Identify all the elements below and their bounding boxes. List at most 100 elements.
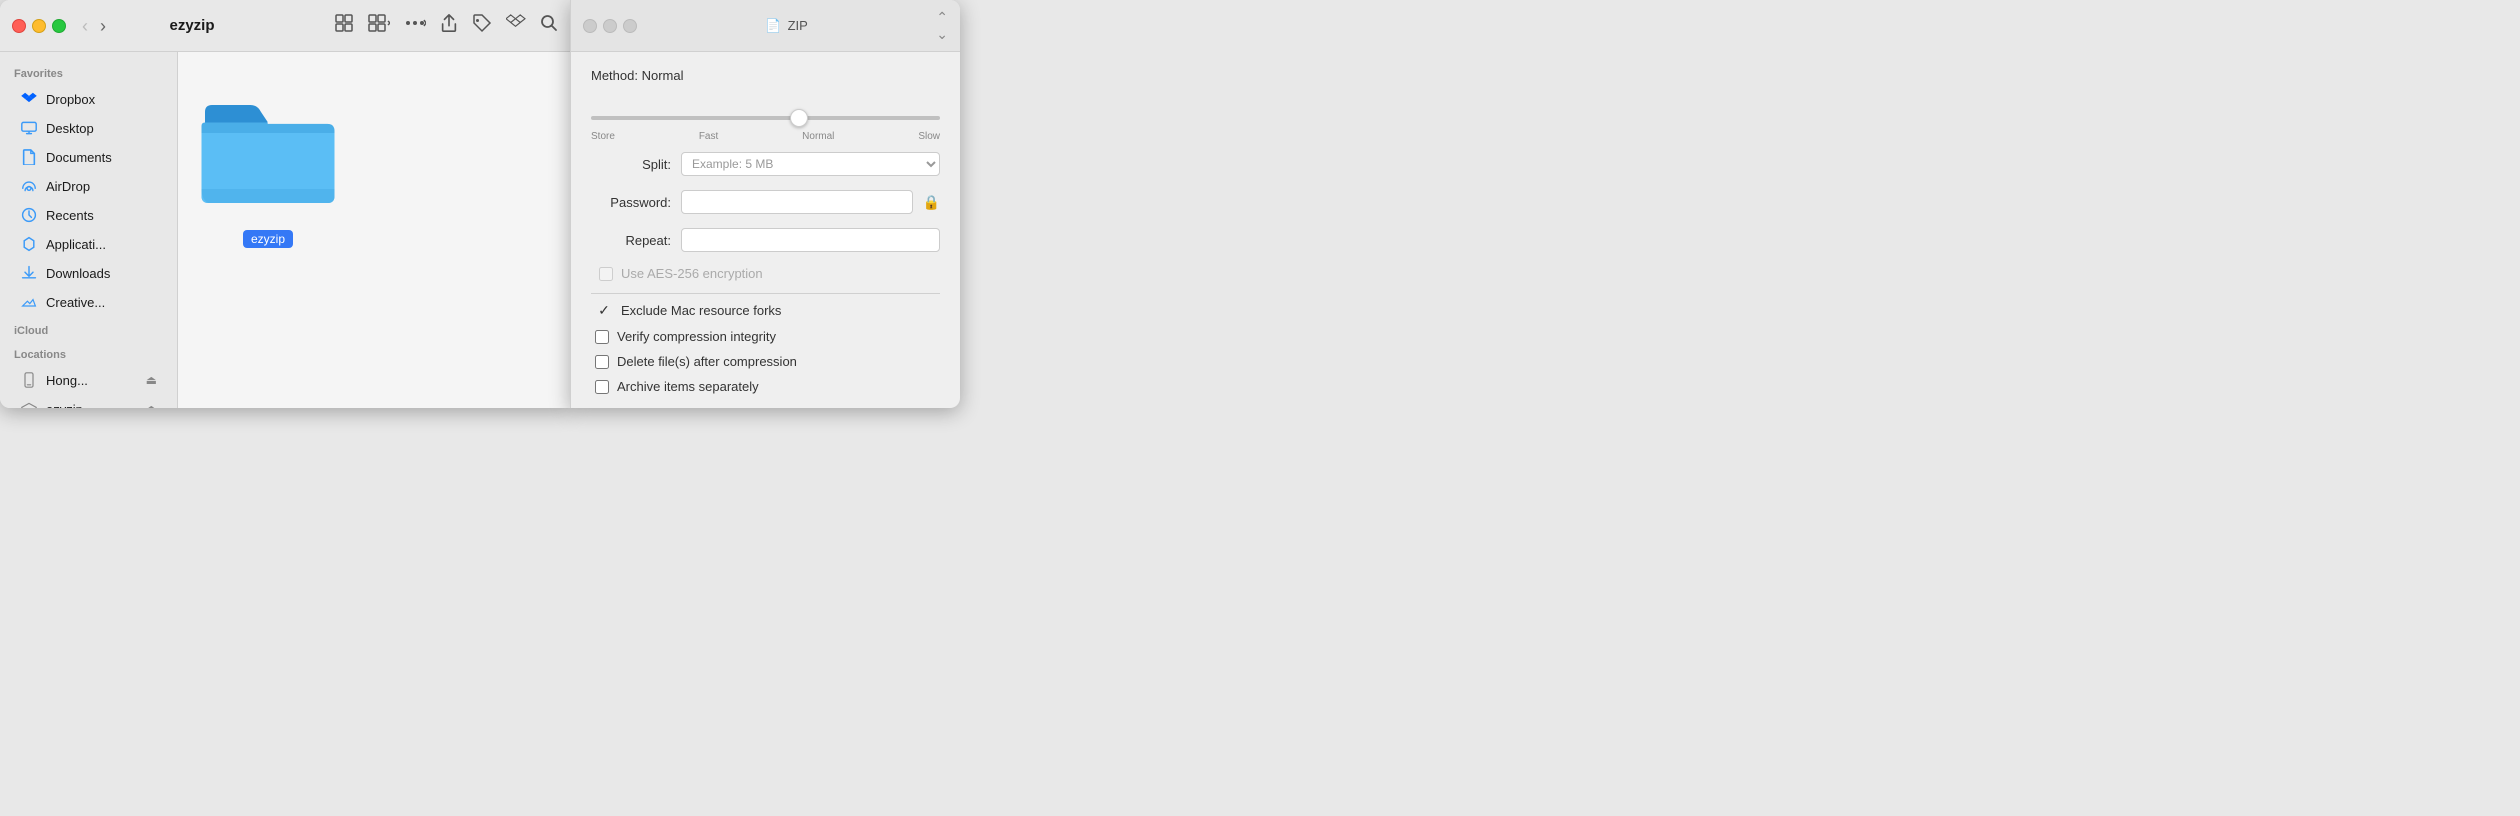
finder-content: ezyzip — [178, 52, 570, 408]
method-label: Method: Normal — [591, 68, 683, 83]
zip-content: Method: Normal Store Fast Normal Slow Sp… — [571, 52, 960, 408]
downloads-label: Downloads — [46, 266, 110, 281]
zip-minimize[interactable] — [603, 19, 617, 33]
finder-window: ‹ › ezyzip — [0, 0, 570, 408]
aes-label[interactable]: Use AES-256 encryption — [621, 266, 763, 281]
sidebar-item-dropbox[interactable]: Dropbox — [6, 85, 171, 113]
desktop-sidebar-icon — [20, 119, 38, 137]
slider-labels: Store Fast Normal Slow — [591, 131, 940, 142]
zip-title-text: ZIP — [788, 18, 808, 33]
search-icon[interactable] — [540, 14, 558, 37]
documents-sidebar-icon — [20, 148, 38, 166]
password-label: Password: — [591, 195, 671, 210]
locations-section-label: Locations — [0, 341, 177, 365]
zip-traffic-lights — [583, 19, 637, 33]
icloud-section-label: iCloud — [0, 317, 177, 341]
recents-sidebar-icon — [20, 206, 38, 224]
finder-body: Favorites Dropbox — [0, 52, 570, 408]
aes-row: Use AES-256 encryption — [591, 266, 940, 281]
airdrop-sidebar-icon — [20, 177, 38, 195]
sidebar-item-airdrop[interactable]: AirDrop — [6, 172, 171, 200]
zip-title: 📄 ZIP — [765, 18, 807, 34]
split-dropdown[interactable]: Example: 5 MB — [681, 152, 940, 176]
archive-separately-checkbox[interactable] — [595, 380, 609, 394]
favorites-section-label: Favorites — [0, 60, 177, 84]
desktop-label: Desktop — [46, 121, 94, 136]
archive-separately-label[interactable]: Archive items separately — [617, 379, 759, 394]
downloads-sidebar-icon — [20, 264, 38, 282]
method-row: Method: Normal — [591, 68, 940, 93]
drive-sidebar-icon — [20, 400, 38, 408]
applications-label: Applicati... — [46, 237, 106, 252]
slider-label-fast: Fast — [699, 131, 718, 142]
eject-icon-hong[interactable]: ⏏ — [146, 373, 157, 387]
zip-close[interactable] — [583, 19, 597, 33]
split-row: Split: Example: 5 MB — [591, 152, 940, 176]
sidebar: Favorites Dropbox — [0, 52, 178, 408]
view-options-icon[interactable] — [368, 13, 390, 38]
minimize-button[interactable] — [32, 19, 46, 33]
slider-label-normal: Normal — [802, 131, 834, 142]
folder-name-label: ezyzip — [243, 230, 293, 248]
password-input[interactable] — [681, 190, 913, 214]
recents-label: Recents — [46, 208, 94, 223]
applications-sidebar-icon — [20, 235, 38, 253]
verify-row: Verify compression integrity — [591, 329, 940, 344]
airdrop-label: AirDrop — [46, 179, 90, 194]
repeat-input[interactable] — [681, 228, 940, 252]
sidebar-item-creative[interactable]: Creative... — [6, 288, 171, 316]
zip-panel: 📄 ZIP ⌃⌄ Method: Normal Store Fast Norma… — [570, 0, 960, 408]
folder-icon-wrapper — [193, 72, 343, 222]
settings-divider — [591, 293, 940, 294]
ezyzip-loc-label: ezyzip — [46, 402, 83, 409]
more-options-icon[interactable] — [404, 14, 426, 37]
password-row: Password: 🔒 — [591, 190, 940, 214]
close-button[interactable] — [12, 19, 26, 33]
repeat-label: Repeat: — [591, 233, 671, 248]
sidebar-item-desktop[interactable]: Desktop — [6, 114, 171, 142]
zip-titlebar: 📄 ZIP ⌃⌄ — [571, 0, 960, 52]
dropbox-icon[interactable] — [506, 13, 526, 38]
aes-checkbox[interactable] — [599, 267, 613, 281]
zip-file-icon: 📄 — [765, 18, 781, 34]
dropbox-label: Dropbox — [46, 92, 95, 107]
sidebar-item-ezyzip-loc[interactable]: ezyzip ⏏ — [6, 395, 171, 408]
creative-label: Creative... — [46, 295, 105, 310]
compression-slider-container: Store Fast Normal Slow — [591, 107, 940, 142]
finder-title: ezyzip — [62, 17, 322, 34]
slider-label-slow: Slow — [918, 131, 940, 142]
phone-sidebar-icon — [20, 371, 38, 389]
sidebar-item-recents[interactable]: Recents — [6, 201, 171, 229]
compression-slider[interactable] — [591, 116, 940, 120]
split-label: Split: — [591, 157, 671, 172]
tag-icon[interactable] — [472, 13, 492, 38]
delete-files-label[interactable]: Delete file(s) after compression — [617, 354, 797, 369]
sidebar-item-hong[interactable]: Hong... ⏏ — [6, 366, 171, 394]
zip-fullscreen[interactable] — [623, 19, 637, 33]
view-grid-icon[interactable] — [334, 13, 354, 38]
verify-checkbox[interactable] — [595, 330, 609, 344]
exclude-mac-label: Exclude Mac resource forks — [621, 303, 781, 318]
documents-label: Documents — [46, 150, 112, 165]
archive-separately-row: Archive items separately — [591, 379, 940, 394]
finder-titlebar: ‹ › ezyzip — [0, 0, 570, 52]
delete-files-checkbox[interactable] — [595, 355, 609, 369]
slider-label-store: Store — [591, 131, 615, 142]
share-icon[interactable] — [440, 13, 458, 38]
exclude-mac-row: ✓ Exclude Mac resource forks — [591, 302, 940, 319]
repeat-row: Repeat: — [591, 228, 940, 252]
verify-label[interactable]: Verify compression integrity — [617, 329, 776, 344]
toolbar-right — [334, 13, 558, 38]
sidebar-item-downloads[interactable]: Downloads — [6, 259, 171, 287]
sidebar-item-applications[interactable]: Applicati... — [6, 230, 171, 258]
creative-sidebar-icon — [20, 293, 38, 311]
dropbox-sidebar-icon — [20, 90, 38, 108]
folder-item-ezyzip[interactable]: ezyzip — [198, 72, 338, 248]
checkmark-icon: ✓ — [595, 302, 613, 319]
delete-files-row: Delete file(s) after compression — [591, 354, 940, 369]
zip-chevron-icon[interactable]: ⌃⌄ — [936, 9, 948, 43]
sidebar-item-documents[interactable]: Documents — [6, 143, 171, 171]
traffic-lights — [12, 19, 66, 33]
hong-label: Hong... — [46, 373, 88, 388]
eject-icon-ezyzip[interactable]: ⏏ — [146, 402, 157, 408]
